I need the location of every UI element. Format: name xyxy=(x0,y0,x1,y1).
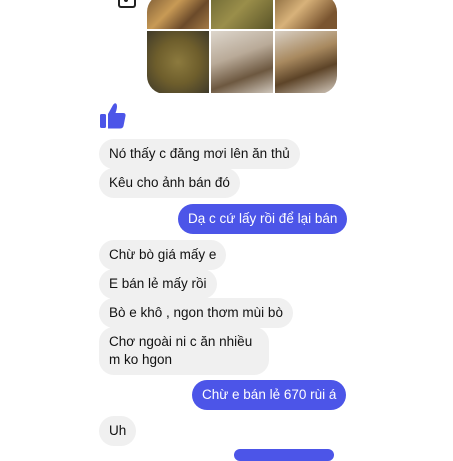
message-incoming[interactable]: E bán lẻ mấy rồi xyxy=(99,269,217,299)
food-photo-5[interactable] xyxy=(211,31,273,93)
message-incoming[interactable]: Chơ ngoài ni c ăn nhiều m ko hgon xyxy=(99,327,269,375)
shared-photo-grid[interactable] xyxy=(147,0,337,94)
camera-icon[interactable] xyxy=(118,0,136,8)
message-incoming[interactable]: Bò e khô , ngon thơm mùi bò xyxy=(99,298,293,328)
message-incoming[interactable]: Chừ bò giá mấy e xyxy=(99,240,227,270)
message-incoming[interactable]: Uh xyxy=(99,416,137,446)
food-photo-3[interactable] xyxy=(275,0,337,29)
message-outgoing-partial[interactable] xyxy=(234,449,334,461)
food-photo-1[interactable] xyxy=(147,0,209,29)
message-outgoing[interactable]: Chừ e bán lẻ 670 rùi á xyxy=(192,380,347,410)
message-outgoing[interactable]: Dạ c cứ lấy rồi để lại bán xyxy=(178,204,348,234)
food-photo-2[interactable] xyxy=(211,0,273,29)
message-incoming[interactable]: Kêu cho ảnh bán đó xyxy=(99,168,240,198)
food-photo-4[interactable] xyxy=(147,31,209,93)
food-photo-6[interactable] xyxy=(275,31,337,93)
message-incoming[interactable]: Nó thấy c đăng mơi lên ăn thủ xyxy=(99,139,300,169)
thumbs-up-icon[interactable] xyxy=(98,101,128,131)
